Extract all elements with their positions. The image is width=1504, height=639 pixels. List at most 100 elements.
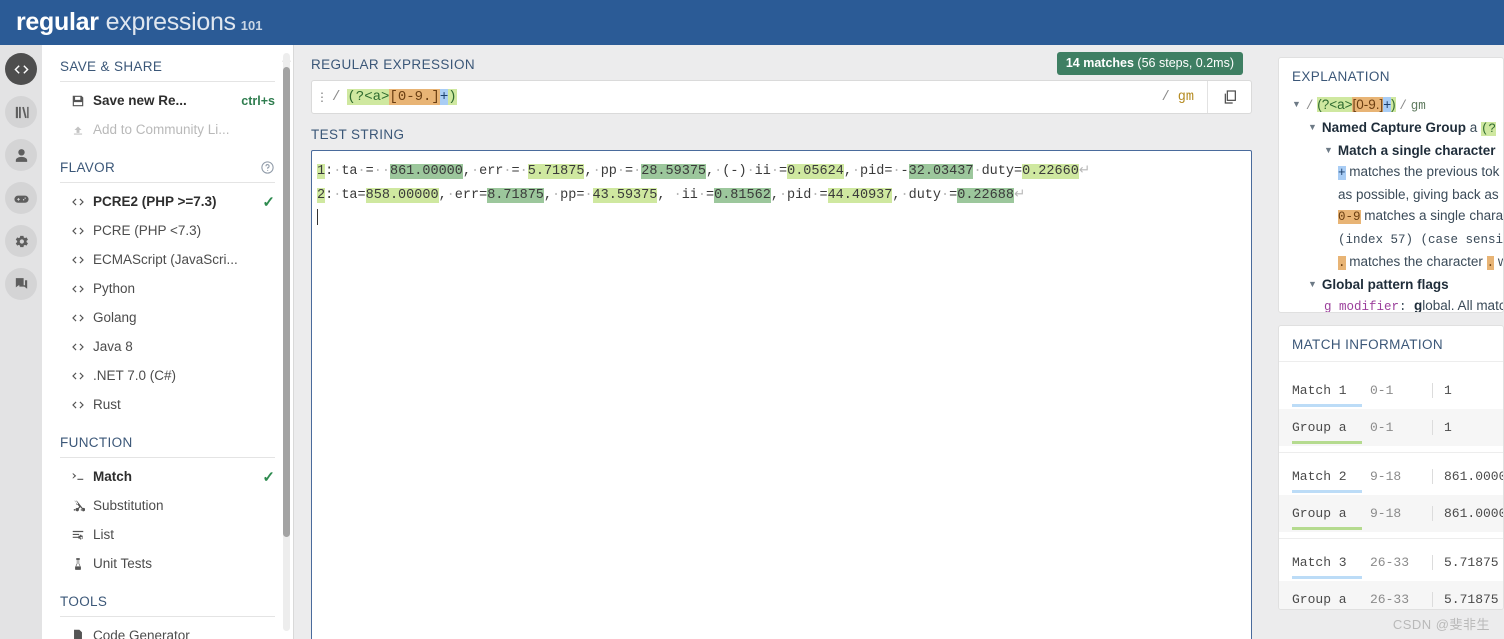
- flavor-item-7[interactable]: Rust: [60, 390, 275, 419]
- tools-list: Code Generator: [60, 621, 275, 639]
- explanation-text: 0-9 matches a single chara: [1338, 208, 1504, 224]
- match-information-heading: MATCH INFORMATION: [1279, 337, 1503, 362]
- text-segment: ·: [673, 188, 682, 203]
- flavor-item-4[interactable]: Golang: [60, 303, 275, 332]
- match-highlight: 44.40937: [827, 188, 893, 203]
- add-to-community-library-item[interactable]: Add to Community Li...: [60, 115, 275, 144]
- editor-column: REGULAR EXPRESSION 14 matches (56 steps,…: [294, 45, 1265, 639]
- text-segment: err: [479, 164, 504, 179]
- text-segment: ·: [697, 188, 706, 203]
- match-detail: (56 steps, 0.2ms): [1133, 56, 1234, 70]
- account-icon[interactable]: [5, 139, 37, 171]
- scissors-icon: [71, 499, 93, 513]
- collapse-caret-icon[interactable]: ▼: [1292, 94, 1301, 115]
- flavor-item-3[interactable]: Python: [60, 274, 275, 303]
- match-count: 14 matches: [1065, 56, 1134, 70]
- code-icon[interactable]: [5, 53, 37, 85]
- regex-token: ): [448, 89, 457, 105]
- text-segment: ·: [381, 164, 390, 179]
- match-highlight: 32.03437: [908, 164, 974, 179]
- explanation-text: Match a single character: [1337, 143, 1496, 158]
- function-item-2[interactable]: List: [60, 520, 275, 549]
- collapse-caret-icon[interactable]: ▼: [1324, 140, 1333, 161]
- flavor-item-1[interactable]: PCRE (PHP <7.3): [60, 216, 275, 245]
- group-value: 1: [1432, 420, 1503, 435]
- regex-flags[interactable]: / gm: [1149, 90, 1207, 105]
- text-segment: ·: [770, 164, 779, 179]
- collapse-caret-icon[interactable]: ▼: [1308, 274, 1317, 295]
- match-highlight: 0.22660: [1022, 164, 1079, 179]
- explanation-pattern-row: ▼ / (?<a>[0-9.]+) / gm: [1292, 94, 1503, 117]
- section-flavor: FLAVOR: [60, 160, 275, 183]
- copy-icon[interactable]: [1207, 81, 1251, 113]
- prompt-icon: [71, 470, 93, 484]
- flavor-item-label: PCRE2 (PHP >=7.3): [93, 194, 217, 209]
- section-function: FUNCTION: [60, 435, 275, 458]
- regex-input-box[interactable]: ⋮ / (?<a>[0-9.]+) / gm: [311, 80, 1252, 114]
- function-item-label: Unit Tests: [93, 556, 153, 571]
- collapse-caret-icon[interactable]: ▼: [1308, 117, 1317, 138]
- explanation-text: + matches the previous tok: [1338, 164, 1500, 180]
- explanation-dot-row: . matches the character . w: [1292, 251, 1503, 274]
- gamepad-icon[interactable]: [5, 182, 37, 214]
- regex-input[interactable]: (?<a>[0-9.]+): [340, 89, 1148, 105]
- text-segment: ii: [754, 164, 771, 179]
- section-tools: TOOLS: [60, 594, 275, 617]
- flavor-list: PCRE2 (PHP >=7.3) ✓ PCRE (PHP <7.3) ECMAScr…: [60, 187, 275, 419]
- gear-icon[interactable]: [5, 225, 37, 257]
- text-segment: ·: [503, 164, 512, 179]
- flavor-item-5[interactable]: Java 8: [60, 332, 275, 361]
- logo-word-regular: regular: [16, 8, 99, 36]
- match-highlight: 28.59375: [641, 164, 707, 179]
- match-row[interactable]: Match 29-18 861.00000: [1279, 458, 1503, 495]
- match-row[interactable]: Match 3 26-33 5.71875: [1279, 544, 1503, 581]
- text-segment: ii: [681, 188, 698, 203]
- function-item-3[interactable]: Unit Tests: [60, 549, 275, 578]
- explanation-plus-row-2: as possible, giving back as n: [1292, 184, 1503, 205]
- text-segment: ·: [592, 164, 601, 179]
- match-highlight: 0.22688: [957, 188, 1014, 203]
- save-new-regex-item[interactable]: Save new Re... ctrl+s: [60, 86, 275, 115]
- flavor-item-label: ECMAScript (JavaScri...: [93, 252, 238, 267]
- group-row[interactable]: Group a9-18 861.00000: [1279, 495, 1503, 532]
- flavor-item-0[interactable]: PCRE2 (PHP >=7.3) ✓: [60, 187, 275, 216]
- explanation-text: / (?<a>[0-9.]+) / gm: [1305, 97, 1426, 113]
- flavor-item-6[interactable]: .NET 7.0 (C#): [60, 361, 275, 390]
- match-range: 26-33: [1370, 555, 1410, 570]
- regex-token: (?<a>: [1317, 97, 1353, 112]
- group-label: Group a: [1292, 592, 1370, 607]
- explanation-text: g modifier: global. All matc: [1324, 298, 1504, 313]
- regex-open-delimiter: /: [332, 89, 341, 105]
- flavor-item-label: Rust: [93, 397, 121, 412]
- group-range: 9-18: [1370, 506, 1402, 521]
- chat-icon[interactable]: [5, 268, 37, 300]
- explanation-index-row: (index 57) (case sensitive: [1292, 228, 1503, 251]
- match-highlight: 1: [317, 164, 326, 179]
- section-save-share: SAVE & SHARE: [60, 59, 275, 82]
- test-string-heading: TEST STRING: [311, 127, 405, 142]
- code-icon: [71, 398, 93, 412]
- match-row[interactable]: Match 1 0-1 1: [1279, 372, 1503, 409]
- text-segment: ,: [892, 188, 901, 203]
- flavor-item-2[interactable]: ECMAScript (JavaScri...: [60, 245, 275, 274]
- group-row[interactable]: Group a 0-1 1: [1279, 409, 1503, 446]
- save-new-regex-label: Save new Re...: [93, 93, 187, 108]
- test-string-editor[interactable]: 1:·ta·=··861.00000,·err·=·5.71875,·pp·=·…: [311, 150, 1252, 639]
- function-item-0[interactable]: Match ✓: [60, 462, 275, 491]
- library-icon[interactable]: [5, 96, 37, 128]
- group-row[interactable]: Group a 26-33 5.71875: [1279, 581, 1503, 609]
- text-segment: =: [625, 164, 634, 179]
- function-item-1[interactable]: Substitution: [60, 491, 275, 520]
- match-value: 5.71875: [1432, 555, 1503, 570]
- drag-handle-icon[interactable]: ⋮: [312, 91, 332, 103]
- text-segment: err=: [454, 188, 488, 203]
- text-segment: ·: [584, 188, 593, 203]
- sidebar-scrollbar-thumb[interactable]: [283, 67, 290, 537]
- regular-expression-heading: REGULAR EXPRESSION: [311, 57, 475, 72]
- tools-item-0[interactable]: Code Generator: [60, 621, 275, 639]
- site-logo[interactable]: regular expressions 101: [16, 8, 262, 37]
- match-information-card: MATCH INFORMATION Match 1 0-1 1 Group a 0-1 1…: [1278, 325, 1504, 610]
- text-segment: ,: [462, 164, 471, 179]
- regex-token: +: [1383, 97, 1392, 112]
- help-circle-icon[interactable]: [260, 160, 275, 175]
